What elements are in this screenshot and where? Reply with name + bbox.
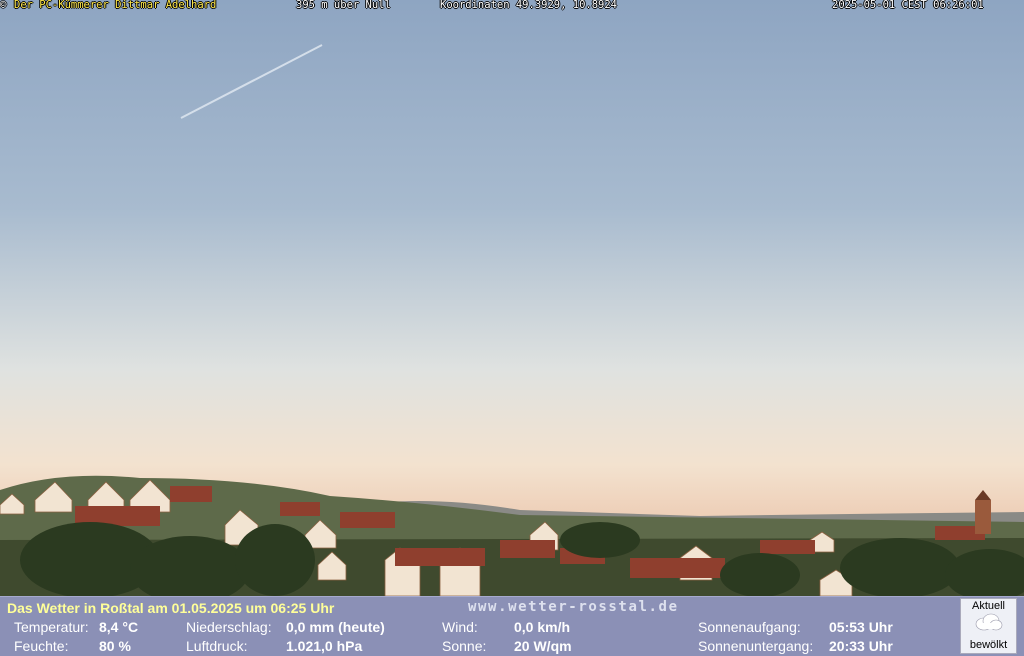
condition-heading: Aktuell — [971, 600, 1006, 612]
altitude-text: 395 m über Null — [296, 0, 391, 11]
humidity-value: 80 % — [99, 638, 131, 654]
sunset-value: 20:33 Uhr — [829, 638, 893, 654]
condition-text: bewölkt — [969, 639, 1008, 651]
precipitation-value: 0,0 mm (heute) — [286, 619, 385, 635]
cloud-icon — [975, 613, 1003, 631]
camera-info-bar: © Der PC-Kümmerer Dittmar Adelhard 395 m… — [0, 0, 1024, 12]
pressure-value: 1.021,0 hPa — [286, 638, 363, 654]
temperature-value: 8,4 °C — [99, 619, 139, 635]
humidity-label: Feuchte: — [14, 638, 69, 654]
wind-value: 0,0 km/h — [514, 619, 571, 635]
sunset-label: Sonnenuntergang: — [698, 638, 814, 654]
wind-label: Wind: — [442, 619, 478, 635]
current-condition-box: Aktuell bewölkt — [960, 598, 1017, 654]
timestamp-text: 2025-05-01 CEST 06:26:01 — [832, 0, 984, 11]
weather-title: Das Wetter in Roßtal am 01.05.2025 um 06… — [7, 600, 335, 616]
sun-value: 20 W/qm — [514, 638, 572, 654]
precipitation-label: Niederschlag: — [186, 619, 272, 635]
owner-text: Der PC-Kümmerer Dittmar Adelhard — [14, 0, 217, 11]
website-link[interactable]: www.wetter-rosstal.de — [468, 599, 679, 615]
sunrise-label: Sonnenaufgang: — [698, 619, 801, 635]
sun-label: Sonne: — [442, 638, 487, 654]
pressure-label: Luftdruck: — [186, 638, 248, 654]
webcam-image — [0, 0, 1024, 596]
temperature-label: Temperatur: — [14, 619, 89, 635]
copyright-symbol: © — [0, 0, 7, 11]
sunrise-value: 05:53 Uhr — [829, 619, 893, 635]
coordinates-text: Koordinaten 49.3929, 10.8924 — [440, 0, 618, 11]
weather-panel: Das Wetter in Roßtal am 01.05.2025 um 06… — [0, 596, 1024, 656]
